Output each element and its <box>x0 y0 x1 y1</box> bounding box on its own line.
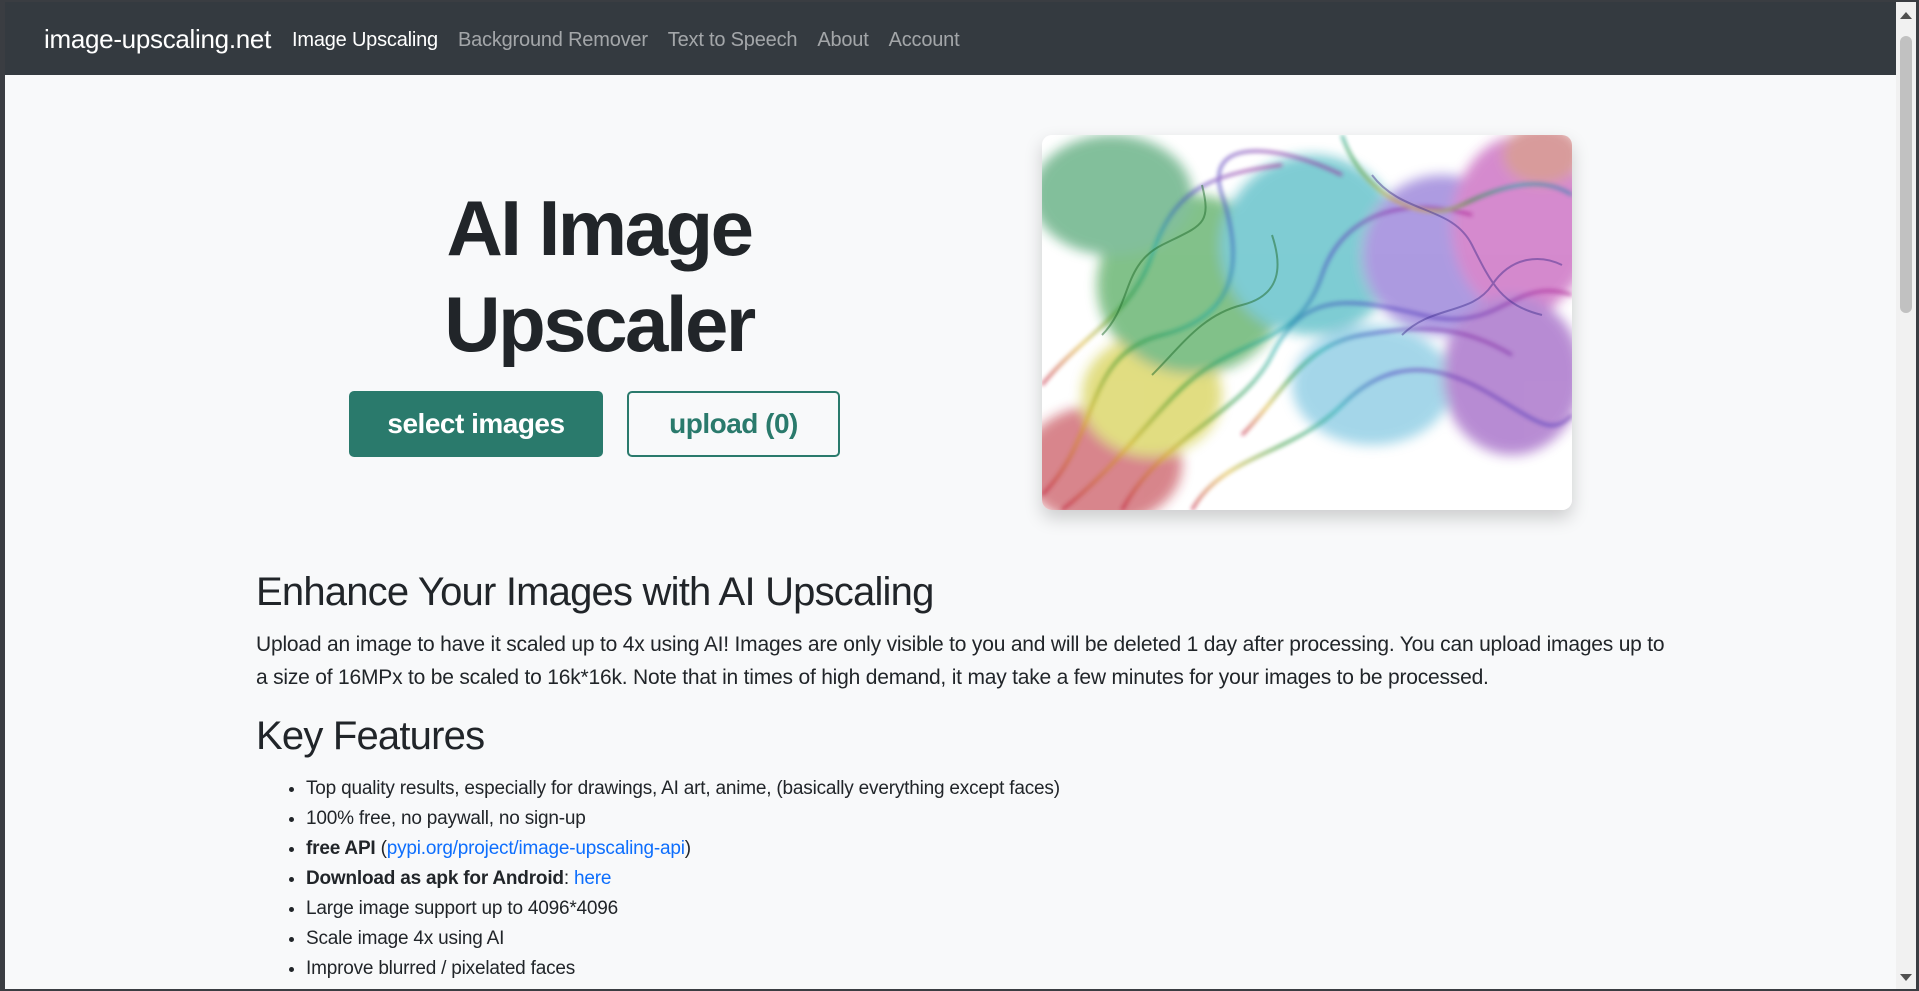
section-heading-features: Key Features <box>256 714 485 758</box>
nav-links: Image Upscaling Background Remover Text … <box>292 29 979 52</box>
list-item: 100% free, no paywall, no sign-up <box>306 804 1060 834</box>
hero-title: AI Image Upscaler <box>305 180 893 372</box>
nav-account[interactable]: Account <box>889 29 960 52</box>
nav-about[interactable]: About <box>817 29 868 52</box>
text-separator: ) <box>684 838 691 859</box>
intro-paragraph: Upload an image to have it scaled up to … <box>256 633 1665 689</box>
scroll-up-arrow-icon[interactable] <box>1900 12 1912 19</box>
list-item: Top quality results, especially for draw… <box>306 774 1060 804</box>
nav-background-remover[interactable]: Background Remover <box>458 29 648 52</box>
browser-page: image-upscaling.net Image Upscaling Back… <box>5 2 1896 989</box>
upload-button[interactable]: upload (0) <box>627 391 840 457</box>
list-item: Download as apk for Android: here <box>306 864 1060 894</box>
nav-text-to-speech[interactable]: Text to Speech <box>668 29 798 52</box>
scroll-down-arrow-icon[interactable] <box>1900 974 1912 981</box>
vertical-scrollbar[interactable] <box>1896 2 1916 989</box>
brand-logo-link[interactable]: image-upscaling.net <box>44 24 271 55</box>
android-apk-label: Download as apk for Android <box>306 868 564 889</box>
list-item: Large image support up to 4096*4096 <box>306 894 1060 924</box>
top-navbar: image-upscaling.net Image Upscaling Back… <box>5 2 1896 75</box>
hero-title-line2: Upscaler <box>444 280 756 368</box>
list-item: Improve blurred / pixelated faces <box>306 954 1060 984</box>
pypi-link[interactable]: pypi.org/project/image-upscaling-api <box>387 838 685 859</box>
rainbow-smoke-image <box>1042 135 1572 510</box>
list-item: Scale image 4x using AI <box>306 924 1060 954</box>
features-list: Top quality results, especially for draw… <box>256 774 1060 984</box>
free-api-label: free API <box>306 838 376 859</box>
list-item: free API (pypi.org/project/image-upscali… <box>306 834 1060 864</box>
section-heading-enhance: Enhance Your Images with AI Upscaling <box>256 570 934 614</box>
scrollbar-thumb[interactable] <box>1900 36 1912 313</box>
text-separator: : <box>563 868 574 889</box>
text-separator: ( <box>375 838 387 859</box>
hero-title-line1: AI Image <box>446 184 754 272</box>
select-images-button[interactable]: select images <box>349 391 603 457</box>
nav-image-upscaling[interactable]: Image Upscaling <box>292 29 438 52</box>
android-download-link[interactable]: here <box>574 868 611 889</box>
